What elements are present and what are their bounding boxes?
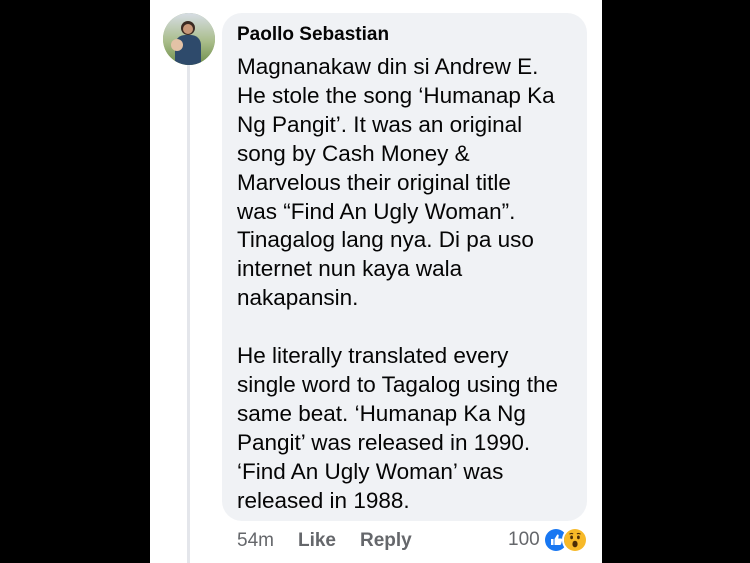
comment-text: Magnanakaw din si Andrew E. He stole the… xyxy=(237,53,582,516)
comment-line: same beat. ‘Humanap Ka Ng xyxy=(237,400,526,426)
comment-line: Marvelous their original title xyxy=(237,169,511,195)
comment-card: Paollo Sebastian Magnanakaw din si Andre… xyxy=(150,0,602,563)
like-button[interactable]: Like xyxy=(298,530,336,552)
comment-line: internet nun kaya wala xyxy=(237,256,463,282)
comment-line: Magnanakaw din si Andrew E. xyxy=(237,54,539,79)
timestamp[interactable]: 54m xyxy=(237,530,274,552)
reaction-count: 100 xyxy=(508,529,540,550)
comment-line: ‘Find An Ugly Woman’ was xyxy=(237,458,504,484)
comment-bubble: Paollo Sebastian Magnanakaw din si Andre… xyxy=(222,13,587,521)
reply-button[interactable]: Reply xyxy=(360,530,412,552)
comment-line: was “Find An Ugly Woman”. xyxy=(237,198,516,224)
comment-line: Ng Pangit’. It was an original xyxy=(237,111,523,137)
comment-line: He stole the song ‘Humanap Ka xyxy=(237,82,555,108)
comment-line: He literally translated every xyxy=(237,343,509,369)
avatar[interactable] xyxy=(163,13,215,65)
comment-line: released in 1988. xyxy=(237,487,410,513)
comment-line: single word to Tagalog using the xyxy=(237,372,559,398)
comment-line: song by Cash Money & xyxy=(237,140,470,166)
thread-line xyxy=(187,62,190,563)
author-name[interactable]: Paollo Sebastian xyxy=(237,24,389,46)
comment-actions: 54m Like Reply xyxy=(237,528,436,554)
comment-line: Pangit’ was released in 1990. xyxy=(237,429,531,455)
comment-line: nakapansin. xyxy=(237,285,359,311)
reaction-summary[interactable]: 100 xyxy=(508,527,588,553)
comment-line: Tinagalog lang nya. Di pa uso xyxy=(237,227,534,253)
wow-reaction-icon xyxy=(561,527,588,553)
